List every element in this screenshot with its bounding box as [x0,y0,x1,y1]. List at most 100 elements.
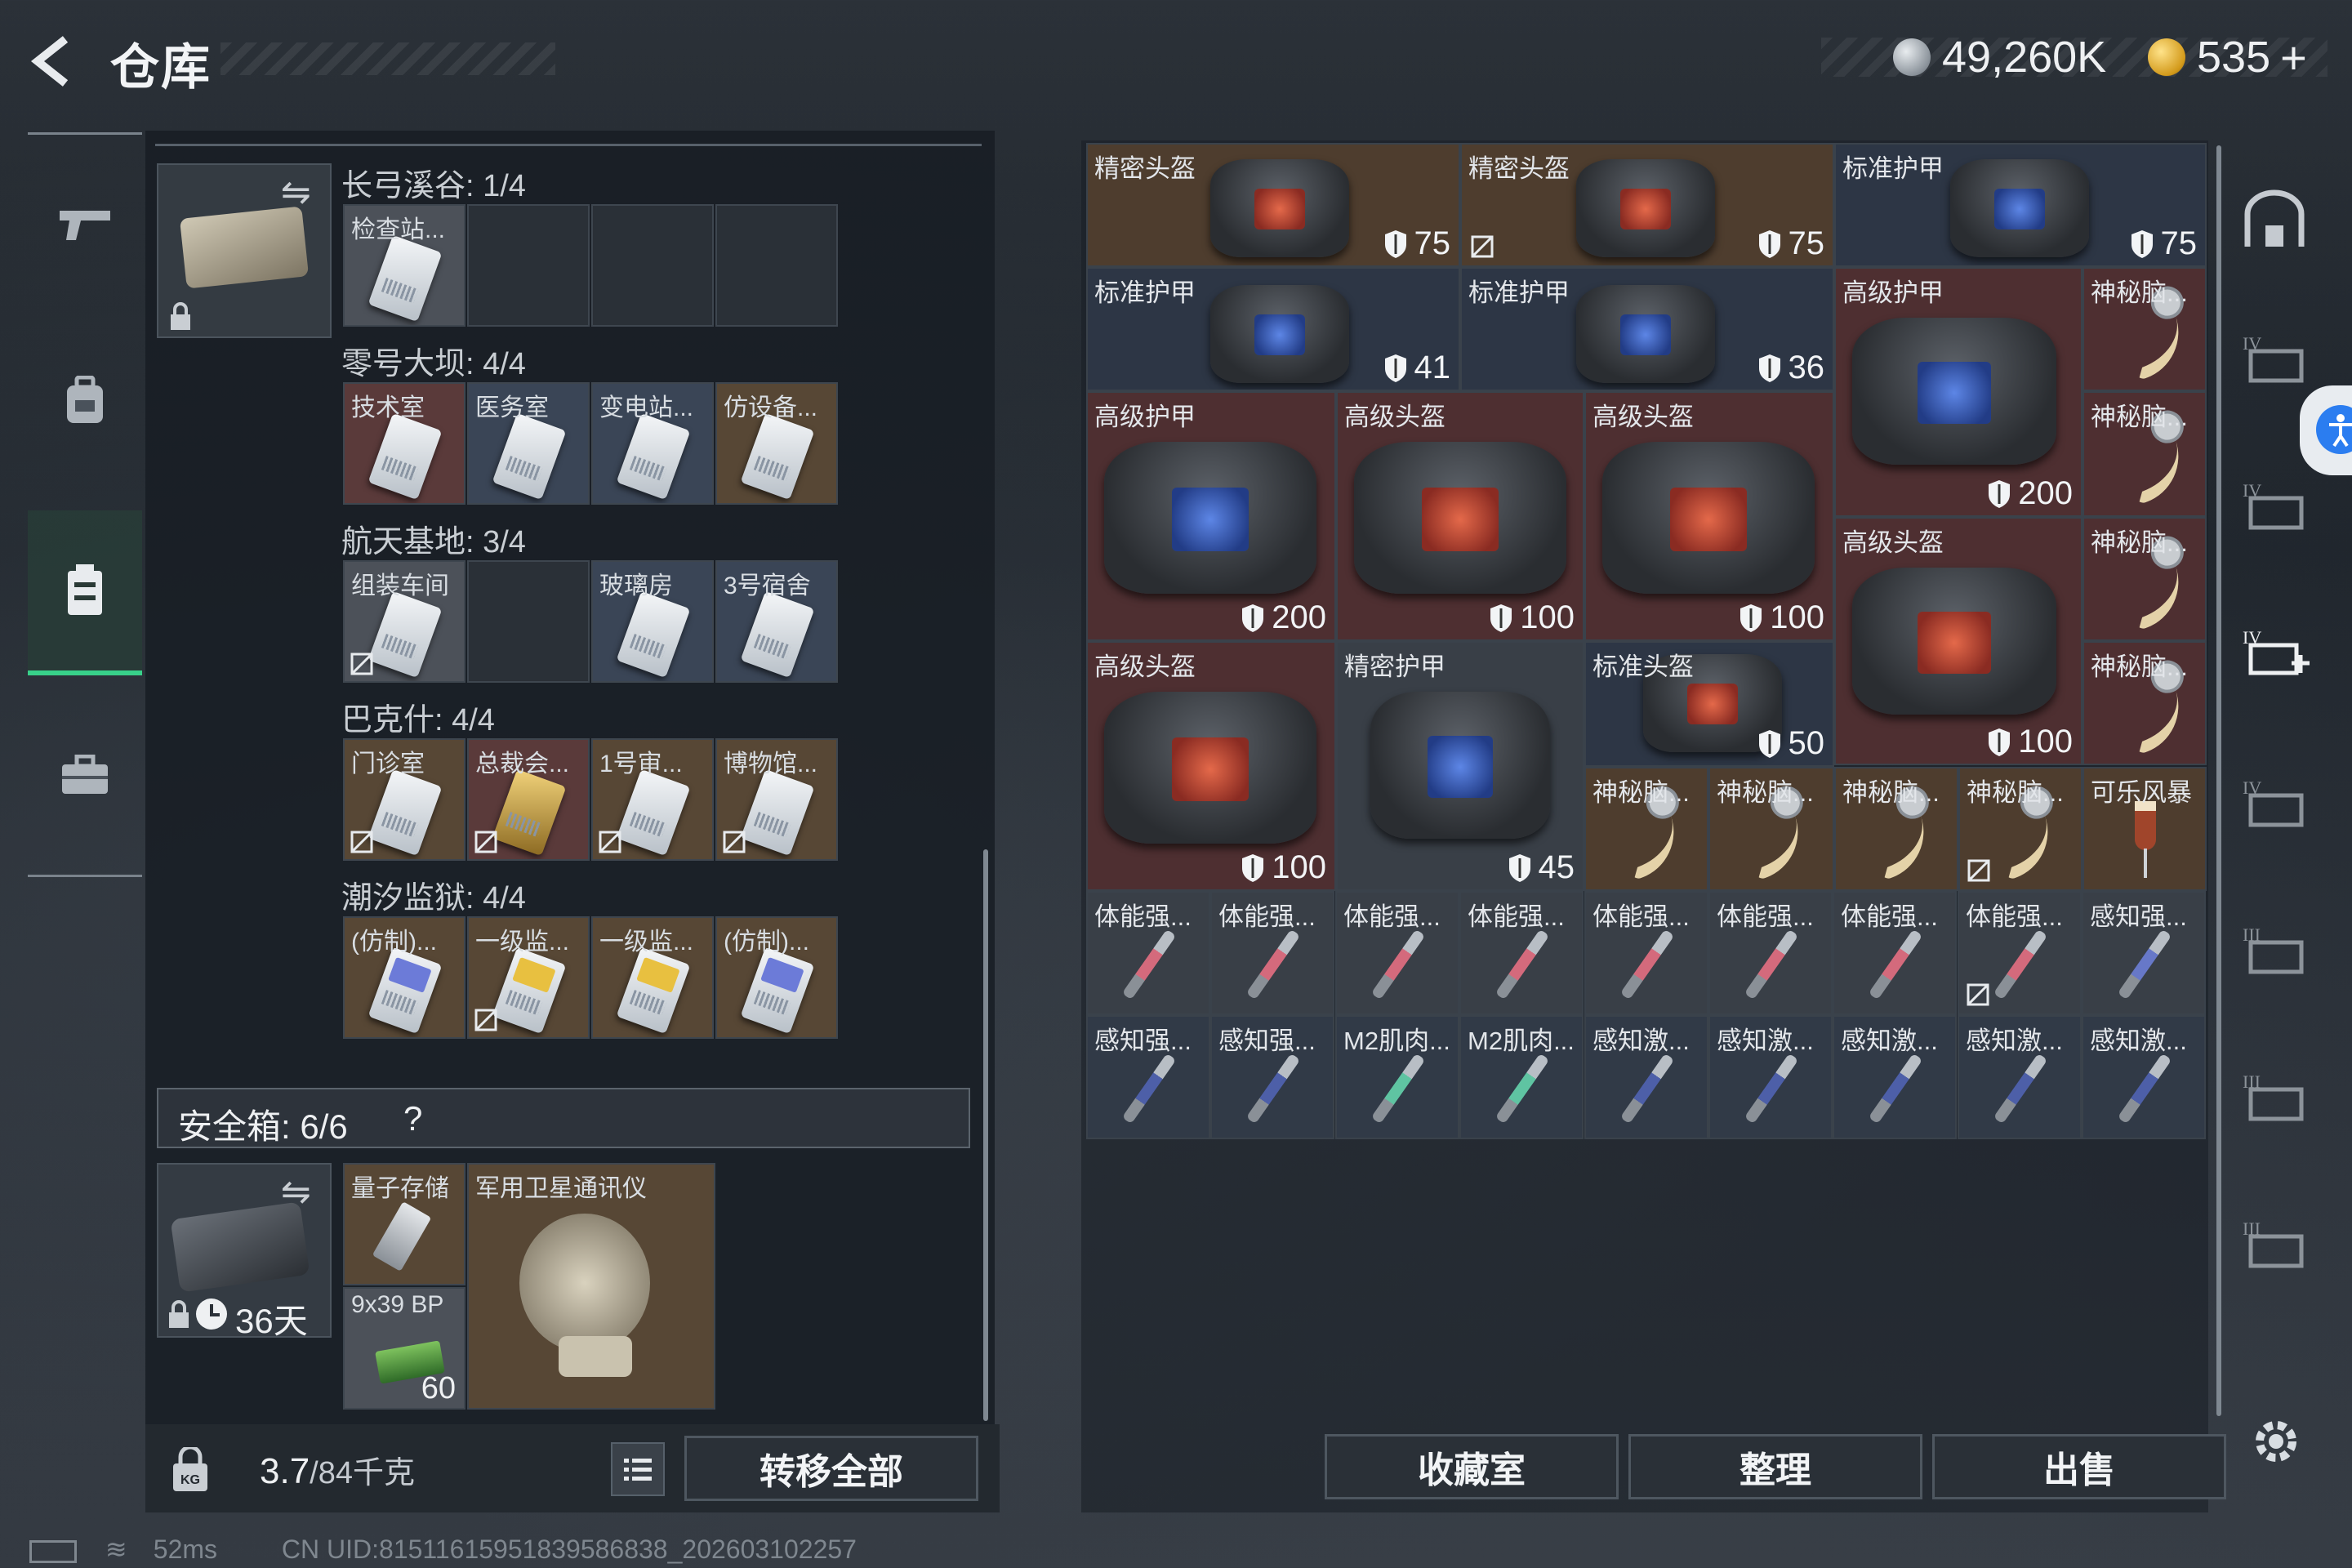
keycard-slot[interactable]: 技术室 [343,382,466,505]
armor-item[interactable]: 精密护甲 45 [1336,641,1584,891]
syringe-item[interactable]: M2肌肉... [1335,1015,1459,1139]
keycard-slot[interactable]: 仿设备... [715,382,838,505]
syringe-item[interactable]: 体能强... [1086,891,1210,1015]
gold-currency[interactable]: 535 + [2148,31,2307,83]
helmet-item[interactable]: 高级头盔 100 [1834,517,2082,765]
accessibility-button[interactable] [2300,385,2352,475]
keycard-slot[interactable]: 一级监... [591,916,714,1039]
help-button[interactable]: ? [403,1099,422,1138]
container-tab-icon[interactable]: III [2238,1065,2311,1130]
swap-icon[interactable]: ⇋ [281,1171,311,1213]
keycard-slot[interactable]: 1号审... [591,738,714,861]
keycard-slot-empty[interactable] [715,204,838,327]
syringe-item[interactable]: M2肌肉... [1459,1015,1584,1139]
keycard-slot[interactable]: 门诊室 [343,738,466,861]
mystery-item[interactable]: 神秘脑... [1834,767,1958,891]
mystery-item[interactable]: 神秘脑... [1708,767,1834,891]
keycard-slot-empty[interactable] [591,204,714,327]
helmet-item[interactable]: 高级头盔 100 [1584,391,1834,641]
add-currency-button[interactable]: + [2280,31,2307,84]
item-label: 体能强... [1966,902,2063,931]
syringe-item[interactable]: 感知强... [1210,1015,1334,1139]
syringe-item[interactable]: 体能强... [1210,891,1334,1015]
quantum-storage-item[interactable]: 量子存储 [343,1163,466,1285]
collection-room-button[interactable]: 收藏室 [1325,1434,1619,1499]
section-title: 巴克什: 4/4 [341,703,495,737]
item-label: 感知强... [2090,902,2187,931]
ammo-item[interactable]: 9x39 BP 60 [343,1287,466,1410]
satellite-item[interactable]: 军用卫星通讯仪 [467,1163,715,1410]
syringe-item[interactable]: 体能强... [1958,891,2082,1015]
mystery-item[interactable]: 神秘脑... [2082,517,2207,641]
backpack-icon [67,376,103,423]
back-arrow-icon[interactable] [26,33,83,90]
container-tab-icon[interactable]: III [2238,918,2311,983]
syringe-item[interactable]: 感知激... [1958,1015,2082,1139]
keycard-slot[interactable]: 博物馆... [715,738,838,861]
keycard-slot-empty[interactable] [467,204,590,327]
container-tab-icon[interactable]: III [2238,1212,2311,1277]
shield-icon [1384,229,1406,258]
helmet-item[interactable]: 高级头盔 100 [1086,641,1336,891]
mystery-item[interactable]: 神秘脑... [2082,391,2207,517]
nav-briefcase[interactable] [28,693,142,857]
syringe-item[interactable]: 感知激... [1708,1015,1833,1139]
helmet-item[interactable]: 精密头盔 75 [1460,143,1834,267]
syringe-item[interactable]: 感知强... [2082,891,2206,1015]
keycard-slot[interactable]: 3号宿舍 [715,560,838,683]
keycard-case[interactable]: ⇋ [157,163,332,338]
list-view-button[interactable] [611,1442,665,1496]
syringe-item[interactable]: 体能强... [1335,891,1459,1015]
keycard-slot[interactable]: 玻璃房 [591,560,714,683]
armor-item[interactable]: 标准护甲 41 [1086,267,1460,391]
armor-item[interactable]: 标准护甲 75 [1834,143,2207,267]
syringe-item[interactable]: 感知激... [2082,1015,2206,1139]
syringe-item[interactable]: 体能强... [1459,891,1584,1015]
keycard-slot-empty[interactable] [467,560,590,683]
right-scrollbar[interactable] [2216,145,2221,1416]
mystery-item[interactable]: 神秘脑... [1584,767,1708,891]
armor-item[interactable]: 标准护甲 36 [1460,267,1834,391]
keycard-slot[interactable]: 组装车间 [343,560,466,683]
container-tab-icon[interactable]: IV [2238,327,2311,392]
organize-button[interactable]: 整理 [1628,1434,1922,1499]
silver-coin-icon [1893,38,1931,76]
stash-tab-icon[interactable] [2238,189,2311,255]
durability-value: 41 [1414,350,1451,385]
nav-equipment[interactable] [28,319,142,483]
container-tab-icon[interactable]: IV [2238,474,2311,539]
mystery-item[interactable]: 神秘脑... [1958,767,2082,891]
mystery-item[interactable]: 神秘脑... [2082,641,2207,765]
nav-storage[interactable] [28,510,142,675]
helmet-item[interactable]: 标准头盔 50 [1584,641,1834,767]
keycard-slot[interactable]: 医务室 [467,382,590,505]
keycard-slot[interactable]: 检查站... [343,204,466,327]
armor-item[interactable]: 高级护甲 200 [1834,267,2082,517]
safe-box-case[interactable]: ⇋ 36天 [157,1163,332,1340]
helmet-item[interactable]: 精密头盔 75 [1086,143,1460,267]
mystery-item[interactable]: 神秘脑... [2082,267,2207,391]
keycard-slot[interactable]: 变电站... [591,382,714,505]
armor-item[interactable]: 高级护甲 200 [1086,391,1336,641]
keycard-slot[interactable]: 一级监... [467,916,590,1039]
left-scrollbar[interactable] [983,849,988,1421]
settings-gear-icon[interactable] [2247,1413,2305,1470]
cola-item[interactable]: 可乐风暴 [2082,767,2207,891]
keycard-slot[interactable]: (仿制)... [343,916,466,1039]
weight-max: /84千克 [310,1456,415,1490]
syringe-item[interactable]: 体能强... [1833,891,1957,1015]
sell-button[interactable]: 出售 [1932,1434,2226,1499]
nav-weapons[interactable] [28,143,142,306]
swap-icon[interactable]: ⇋ [281,172,311,213]
keycard-slot[interactable]: (仿制)... [715,916,838,1039]
transfer-all-button[interactable]: 转移全部 [684,1436,978,1501]
syringe-item[interactable]: 感知强... [1086,1015,1210,1139]
keycard-slot[interactable]: 总裁会... [467,738,590,861]
helmet-item[interactable]: 高级头盔 100 [1336,391,1584,641]
syringe-item[interactable]: 体能强... [1708,891,1833,1015]
syringe-item[interactable]: 感知激... [1584,1015,1708,1139]
syringe-item[interactable]: 体能强... [1584,891,1708,1015]
add-container-icon[interactable]: IV [2238,621,2311,686]
container-tab-icon[interactable]: IV [2238,771,2311,836]
syringe-item[interactable]: 感知激... [1833,1015,1957,1139]
